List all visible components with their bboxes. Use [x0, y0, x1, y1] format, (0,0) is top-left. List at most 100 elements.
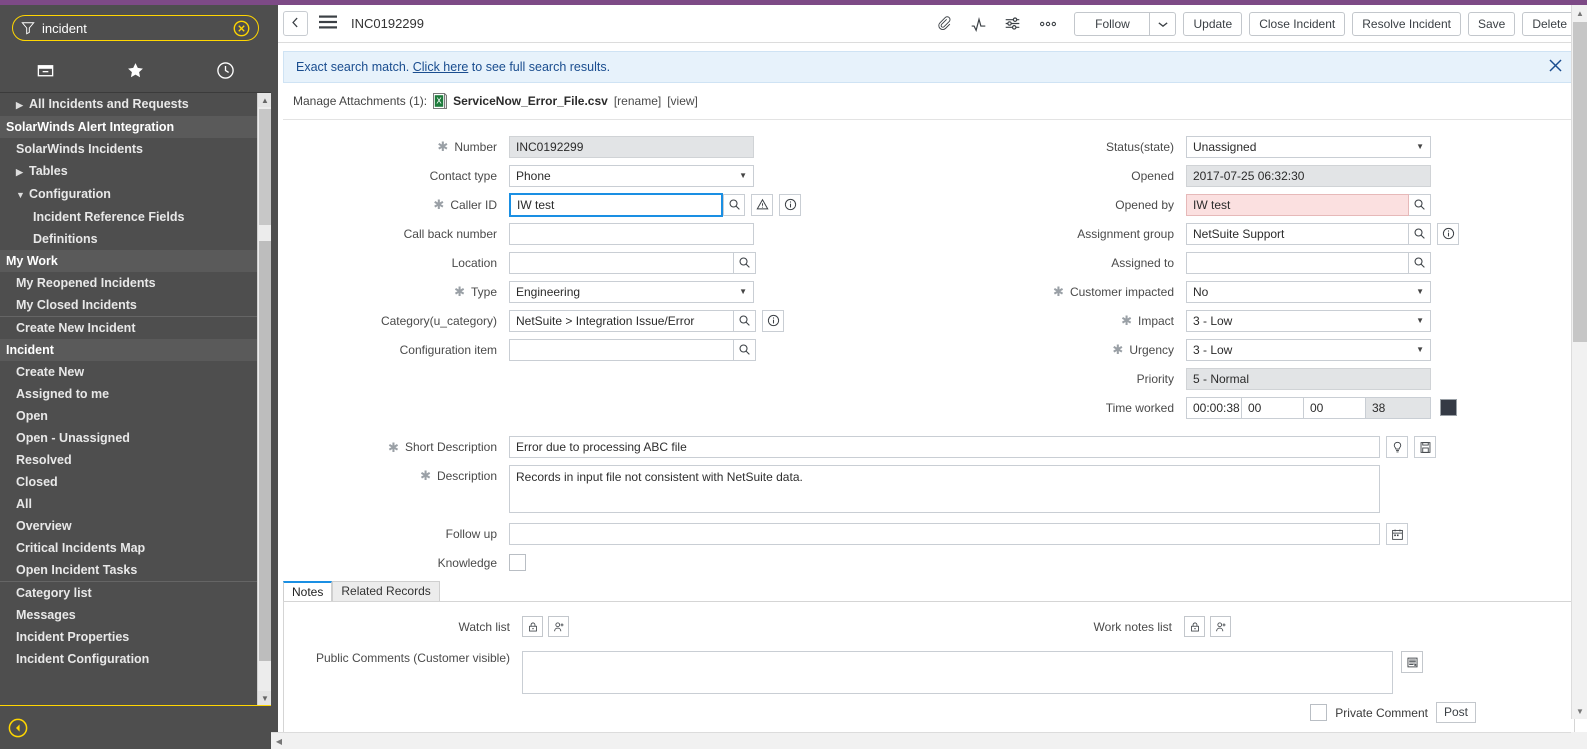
attachment-icon[interactable] [936, 15, 953, 32]
sidebar-item-solarwinds-incidents[interactable]: SolarWinds Incidents [0, 138, 257, 160]
attachment-filename[interactable]: ServiceNow_Error_File.csv [453, 94, 608, 108]
sidebar-item-create-new[interactable]: Create New [0, 361, 257, 383]
time-worked-timer-button[interactable] [1440, 399, 1457, 416]
assignment-group-lookup-button[interactable] [1409, 222, 1431, 245]
activity-stream-icon[interactable] [970, 15, 987, 32]
public-comments-expand-button[interactable] [1401, 651, 1423, 673]
history-tab[interactable] [181, 61, 271, 83]
scroll-down-arrow[interactable]: ▼ [1572, 703, 1587, 719]
nav-scrollbar[interactable]: ▲ ▼ [257, 93, 272, 705]
personalize-form-icon[interactable] [1004, 15, 1021, 32]
category-input[interactable]: NetSuite > Integration Issue/Error [509, 309, 734, 332]
caller-id-warning-button[interactable] [751, 193, 773, 216]
time-worked-total[interactable]: 00:00:38 [1186, 396, 1242, 419]
location-lookup-button[interactable] [734, 251, 756, 274]
sidebar-item-incident-reference-fields[interactable]: Incident Reference Fields [0, 206, 257, 228]
sidebar-item-assigned-to-me[interactable]: Assigned to me [0, 383, 257, 405]
sidebar-item-open-unassigned[interactable]: Open - Unassigned [0, 427, 257, 449]
sidebar-item-open-incident-tasks[interactable]: Open Incident Tasks [0, 559, 257, 581]
sidebar-item-create-new-incident[interactable]: Create New Incident [0, 316, 257, 339]
sidebar-item-incident-configuration[interactable]: Incident Configuration [0, 648, 257, 670]
scroll-left-arrow[interactable]: ◀ [271, 733, 287, 749]
knowledge-checkbox[interactable] [509, 554, 526, 571]
location-input[interactable] [509, 251, 734, 274]
sidebar-item-my-closed-incidents[interactable]: My Closed Incidents [0, 294, 257, 316]
caller-id-input[interactable]: IW test [509, 192, 723, 217]
call-back-number-input[interactable] [509, 222, 754, 245]
main-horizontal-scrollbar[interactable]: ◀ [271, 732, 1587, 749]
clear-circle-icon[interactable] [233, 20, 250, 37]
tab-related-records[interactable]: Related Records [332, 581, 440, 602]
private-comment-checkbox[interactable] [1310, 704, 1328, 721]
configuration-item-input[interactable] [509, 338, 734, 361]
sidebar-item-open[interactable]: Open [0, 405, 257, 427]
sidebar-item-closed[interactable]: Closed [0, 471, 257, 493]
sidebar-item-resolved[interactable]: Resolved [0, 449, 257, 471]
delete-button[interactable]: Delete [1522, 11, 1577, 36]
opened-by-lookup-button[interactable] [1409, 193, 1431, 216]
watch-list-add-user-button[interactable] [548, 616, 569, 637]
sidebar-item-all-incidents-and-requests[interactable]: ▶ All Incidents and Requests [0, 93, 257, 116]
watch-list-lock-button[interactable] [522, 616, 543, 637]
collapse-left-icon[interactable] [8, 718, 28, 738]
main-vertical-scrollbar[interactable]: ▲ ▼ [1571, 5, 1587, 719]
close-icon[interactable] [1547, 57, 1564, 77]
nav-scroll-up-arrow[interactable]: ▲ [258, 93, 272, 107]
sidebar-item-critical-incidents-map[interactable]: Critical Incidents Map [0, 537, 257, 559]
status-select[interactable]: Unassigned ▼ [1186, 135, 1431, 158]
save-button[interactable]: Save [1467, 11, 1516, 36]
work-notes-add-user-button[interactable] [1210, 616, 1231, 637]
public-comments-textarea[interactable] [522, 651, 1393, 694]
sidebar-item-tables[interactable]: ▶ Tables [0, 160, 257, 183]
banner-link[interactable]: Click here [413, 60, 469, 74]
resolve-incident-button[interactable]: Resolve Incident [1352, 11, 1461, 36]
follow-dropdown-button[interactable] [1150, 11, 1177, 36]
back-button[interactable] [283, 11, 308, 36]
sidebar-item-my-work[interactable]: My Work [0, 250, 257, 272]
close-incident-button[interactable]: Close Incident [1249, 11, 1346, 36]
manage-attachments-label[interactable]: Manage Attachments (1): [293, 94, 427, 108]
sidebar-item-all[interactable]: All [0, 493, 257, 515]
work-notes-lock-button[interactable] [1184, 616, 1205, 637]
short-description-suggestion-button[interactable] [1386, 436, 1408, 458]
category-info-button[interactable] [762, 309, 784, 332]
follow-up-input[interactable] [509, 523, 1380, 545]
urgency-select[interactable]: 3 - Low ▼ [1186, 338, 1431, 361]
sidebar-item-overview[interactable]: Overview [0, 515, 257, 537]
applications-tab[interactable] [0, 61, 90, 83]
sidebar-item-solarwinds-alert-integration[interactable]: SolarWinds Alert Integration [0, 116, 257, 138]
assignment-group-input[interactable]: NetSuite Support [1186, 222, 1409, 245]
attachment-rename-link[interactable]: [rename] [614, 94, 661, 108]
more-options-icon[interactable] [1038, 19, 1058, 29]
scroll-up-arrow[interactable]: ▲ [1572, 5, 1587, 21]
contact-type-select[interactable]: Phone ▼ [509, 164, 754, 187]
short-description-input[interactable]: Error due to processing ABC file [509, 436, 1380, 458]
configuration-item-lookup-button[interactable] [734, 338, 756, 361]
opened-by-input[interactable]: IW test [1186, 193, 1409, 216]
impact-select[interactable]: 3 - Low ▼ [1186, 309, 1431, 332]
post-button[interactable]: Post [1435, 702, 1476, 723]
follow-up-calendar-button[interactable] [1386, 523, 1408, 545]
sidebar-item-messages[interactable]: Messages [0, 604, 257, 626]
customer-impacted-select[interactable]: No ▼ [1186, 280, 1431, 303]
caller-id-info-button[interactable] [779, 193, 801, 216]
type-select[interactable]: Engineering ▼ [509, 280, 754, 303]
nav-scroll-thumb-upper[interactable] [259, 109, 271, 225]
assignment-group-info-button[interactable] [1437, 222, 1459, 245]
caller-id-lookup-button[interactable] [723, 193, 745, 216]
category-lookup-button[interactable] [734, 309, 756, 332]
follow-button[interactable]: Follow [1074, 11, 1151, 36]
update-button[interactable]: Update [1183, 11, 1243, 36]
attachment-view-link[interactable]: [view] [667, 94, 698, 108]
nav-scroll-thumb[interactable] [259, 241, 271, 661]
nav-search-input[interactable]: incident [42, 22, 233, 35]
sidebar-item-incident[interactable]: Incident [0, 339, 257, 361]
description-textarea[interactable]: Records in input file not consistent wit… [509, 465, 1380, 513]
tab-notes[interactable]: Notes [283, 581, 333, 602]
nav-filter-box[interactable]: incident [12, 15, 259, 41]
assigned-to-lookup-button[interactable] [1409, 251, 1431, 274]
assigned-to-input[interactable] [1186, 251, 1409, 274]
time-worked-hours[interactable]: 00 [1242, 396, 1304, 419]
hamburger-menu-icon[interactable] [319, 15, 337, 32]
sidebar-item-configuration[interactable]: ▼ Configuration [0, 183, 257, 206]
